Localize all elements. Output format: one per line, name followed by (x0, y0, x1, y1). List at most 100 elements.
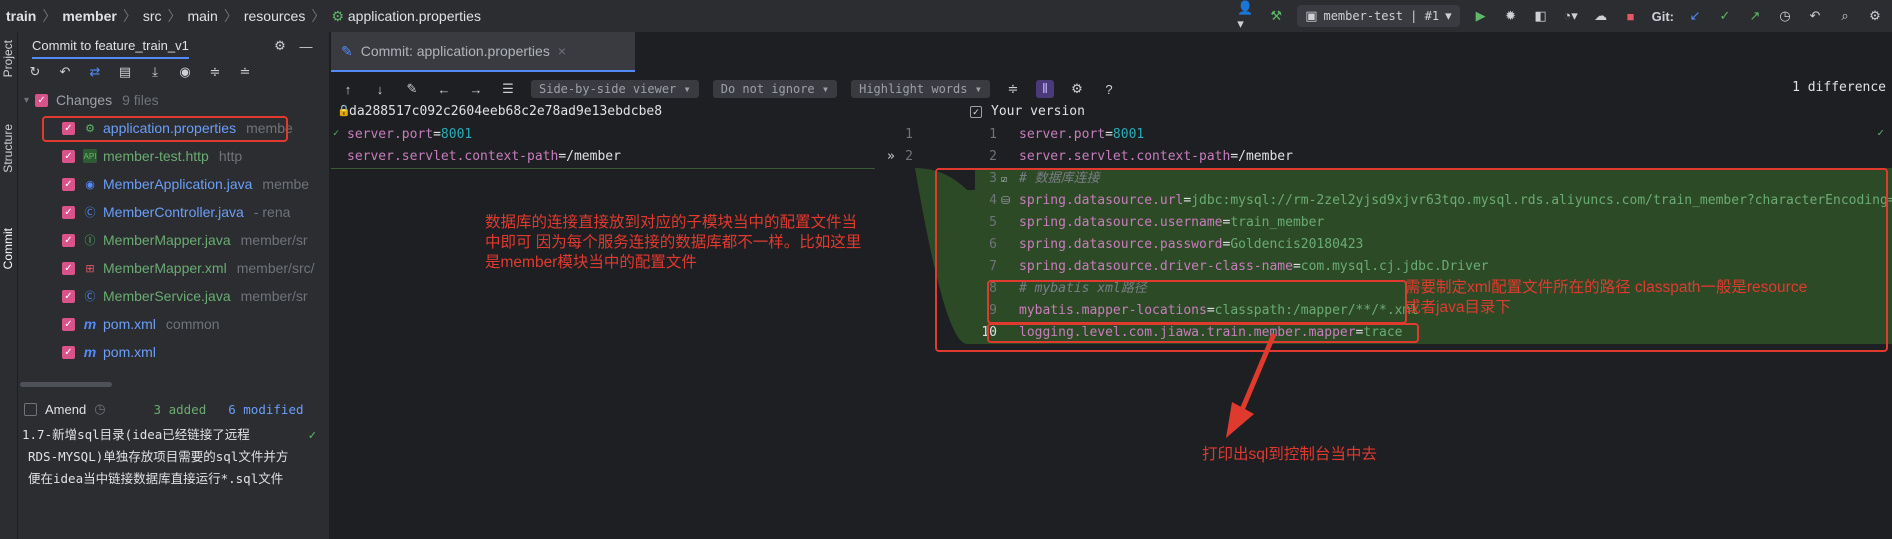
file-checkbox[interactable]: ✓ (62, 261, 75, 275)
highlight-box (42, 116, 288, 142)
eye-icon[interactable]: ◉ (176, 63, 194, 81)
file-checkbox[interactable]: ✓ (62, 289, 75, 303)
chevron-down-icon[interactable]: ▾ (24, 95, 29, 106)
git-push-icon[interactable]: ↗ (1746, 7, 1764, 25)
breadcrumb-train[interactable]: train (6, 8, 36, 24)
amend-checkbox[interactable] (24, 402, 37, 416)
file-row[interactable]: ✓ Ⓒ MemberService.java member/sr (18, 282, 329, 310)
build-hammer-icon[interactable]: ⚒ (1267, 7, 1285, 25)
sync-scroll-icon[interactable]: ⫴ (1035, 80, 1054, 98)
stop-icon[interactable]: ■ (1622, 7, 1640, 25)
rollback-icon[interactable]: ↶ (56, 63, 74, 81)
annotation-line: 需要制定xml配置文件所在的路径 classpath一般是resource (1405, 279, 1808, 296)
settings-gear-icon[interactable]: ⚙ (1866, 7, 1884, 25)
list-icon[interactable]: ☰ (499, 80, 517, 98)
debug-icon[interactable]: ✹ (1502, 7, 1520, 25)
edit-icon[interactable]: ✎ (403, 80, 421, 98)
changes-checkbox[interactable]: ✓ (35, 93, 49, 107)
amend-label[interactable]: Amend (45, 402, 86, 417)
breadcrumb-src[interactable]: src (143, 8, 162, 24)
file-checkbox[interactable]: ✓ (62, 177, 75, 191)
history-icon[interactable]: ◷ (1776, 7, 1794, 25)
breadcrumb-separator: 〉 (311, 8, 326, 24)
coverage-icon[interactable]: ◧ (1532, 7, 1550, 25)
right-editor[interactable]: 1 server.port=8001 2 server.servlet.contex… (935, 124, 1892, 539)
commit-tab[interactable]: Commit (1, 228, 15, 269)
changes-group[interactable]: ▾ ✓ Changes 9 files (18, 86, 329, 114)
minimize-icon[interactable]: — (297, 37, 315, 55)
diff-toolbar: ↑ ↓ ✎ ← → ☰ Side-by-side viewer ▾ Do not… (331, 76, 1892, 102)
run-config-label: member-test | #1 (1323, 9, 1440, 23)
git-commit-icon[interactable]: ✓ (1716, 7, 1734, 25)
file-checkbox[interactable]: ✓ (62, 205, 75, 219)
gear-icon[interactable]: ⚙ (1068, 80, 1086, 98)
apply-change-icon[interactable]: » (887, 146, 895, 168)
breadcrumb-separator: 〉 (42, 8, 57, 24)
breadcrumb-resources[interactable]: resources (244, 8, 305, 24)
diff-icon[interactable]: ⇄ (86, 63, 104, 81)
file-row[interactable]: ✓ m pom.xml (18, 338, 329, 366)
git-label: Git: (1651, 8, 1674, 24)
project-tab[interactable]: Project (1, 40, 15, 77)
file-row[interactable]: ✓ ◉ MemberApplication.java membe (18, 170, 329, 198)
attach-icon[interactable]: ☁ (1592, 7, 1610, 25)
highlight-box-logging (987, 323, 1419, 343)
rollback-icon[interactable]: ↶ (1806, 7, 1824, 25)
breadcrumb-member[interactable]: member (62, 8, 116, 24)
file-checkbox[interactable]: ✓ (62, 317, 75, 331)
expand-all-icon[interactable]: ≑ (206, 63, 224, 81)
gear-icon[interactable]: ⚙ (271, 37, 289, 55)
file-row[interactable]: ✓ ⊞ MemberMapper.xml member/src/ (18, 254, 329, 282)
close-icon[interactable]: × (558, 43, 566, 59)
your-version-checkbox[interactable]: ✓ (970, 106, 982, 118)
ignore-dropdown[interactable]: Do not ignore ▾ (712, 80, 838, 98)
property-key: server.servlet.context-path (347, 149, 559, 164)
left-code: server.port=8001 server.servlet.context-… (331, 124, 875, 168)
commit-diff-icon: ✎ (341, 42, 353, 59)
git-update-icon[interactable]: ↙ (1686, 7, 1704, 25)
collapse-all-icon[interactable]: ≐ (236, 63, 254, 81)
diff-editor-tab[interactable]: ✎ Commit: application.properties × (331, 32, 635, 72)
clock-icon[interactable]: ◷ (94, 401, 105, 417)
arrow-up-icon[interactable]: ↑ (339, 80, 357, 98)
amend-row: Amend ◷ 3 added 6 modified (24, 398, 324, 420)
line-number: 1 (989, 127, 997, 142)
shelve-icon[interactable]: ▤ (116, 63, 134, 81)
arrow-left-icon[interactable]: ← (435, 80, 453, 98)
refresh-icon[interactable]: ↻ (26, 63, 44, 81)
profiler-icon[interactable]: ◔▾ (1562, 7, 1580, 25)
breadcrumb: train 〉 member 〉 src 〉 main 〉 resources … (0, 6, 481, 26)
file-row[interactable]: ✓ Ⓒ MemberController.java - rena (18, 198, 329, 226)
horizontal-scrollbar[interactable] (20, 382, 112, 387)
commit-header: Commit to feature_train_v1 ⚙ — (18, 32, 329, 60)
run-configuration-selector[interactable]: ▣ member-test | #1 ▾ (1297, 5, 1460, 27)
help-icon[interactable]: ? (1100, 80, 1118, 98)
arrow-down-icon[interactable]: ↓ (371, 80, 389, 98)
breadcrumb-file[interactable]: application.properties (348, 8, 481, 24)
file-name: pom.xml (103, 316, 156, 332)
collapse-unchanged-icon[interactable]: ≑ (1004, 80, 1022, 98)
structure-tab[interactable]: Structure (1, 124, 15, 173)
file-row[interactable]: ✓ Ⓘ MemberMapper.java member/sr (18, 226, 329, 254)
file-row[interactable]: ✓ m pom.xml common (18, 310, 329, 338)
breadcrumb-main[interactable]: main (187, 8, 217, 24)
left-revision-hash: da288517c092c2604eeb68c2e78ad9e13ebdcbe8 (349, 104, 663, 119)
search-icon[interactable]: ⌕ (1836, 7, 1854, 25)
arrow-right-icon[interactable]: → (467, 80, 485, 98)
left-editor[interactable]: server.port=8001 server.servlet.context-… (331, 124, 875, 539)
highlight-box-mybatis (987, 280, 1407, 324)
file-row[interactable]: ✓ API member-test.http http (18, 142, 329, 170)
download-icon[interactable]: ⤓ (146, 63, 164, 81)
file-checkbox[interactable]: ✓ (62, 149, 75, 163)
run-icon[interactable]: ▶ (1472, 7, 1490, 25)
file-checkbox[interactable]: ✓ (62, 233, 75, 247)
property-value: 8001 (440, 127, 473, 142)
commit-message-line: 1.7-新增sql目录(idea已经链接了远程 (22, 427, 250, 442)
user-icon[interactable]: 👤▾ (1237, 0, 1255, 31)
highlight-dropdown[interactable]: Highlight words ▾ (851, 80, 990, 98)
file-checkbox[interactable]: ✓ (62, 345, 75, 359)
run-config-icon: ▣ (1305, 8, 1318, 23)
property-value: /member (1238, 149, 1293, 164)
viewer-dropdown[interactable]: Side-by-side viewer ▾ (531, 80, 699, 98)
commit-message-input[interactable]: 1.7-新增sql目录(idea已经链接了远程 RDS-MYSQL)单独存放项目… (22, 424, 322, 490)
